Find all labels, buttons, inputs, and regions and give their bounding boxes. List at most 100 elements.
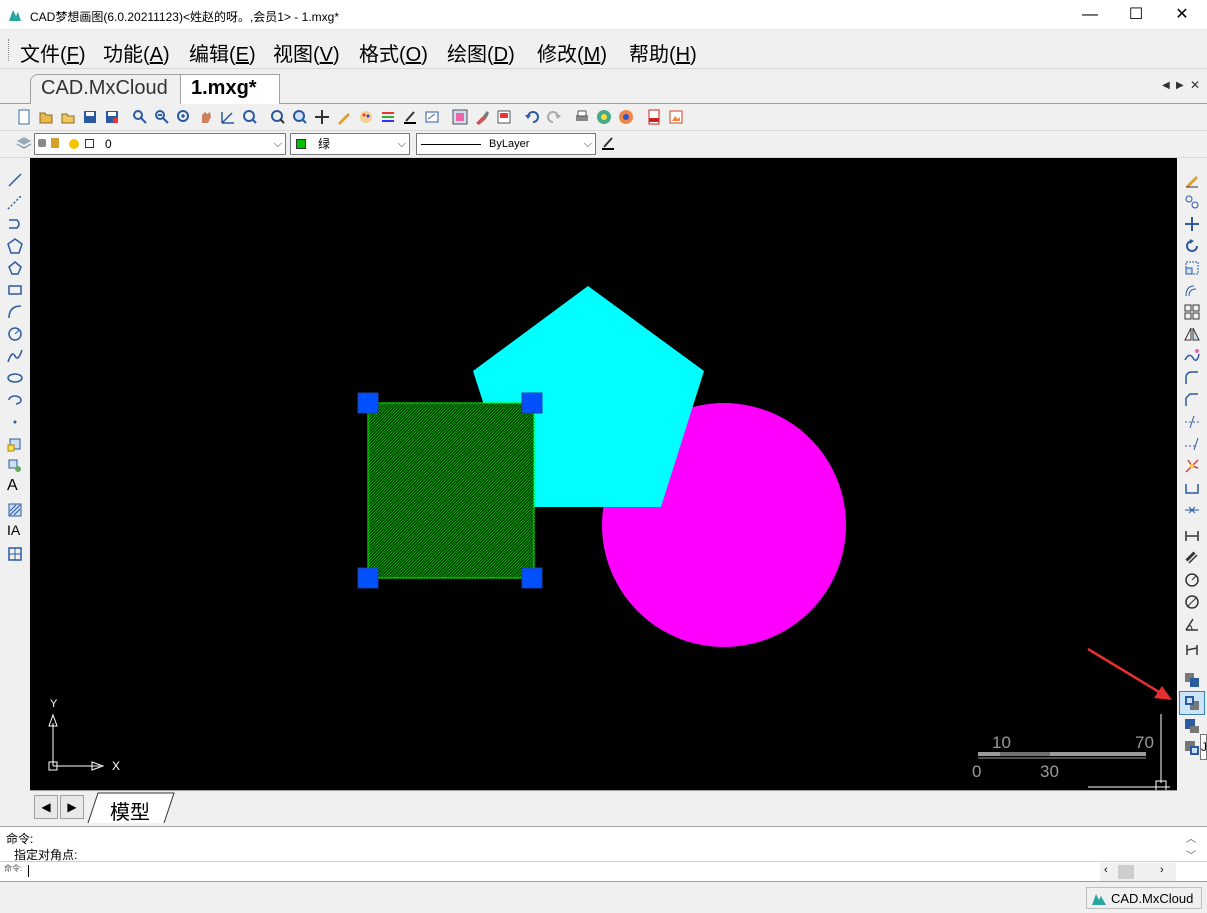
insert-block-icon[interactable] [7, 436, 23, 452]
join-icon[interactable] [1184, 502, 1200, 518]
zoom-out-icon[interactable] [154, 109, 170, 125]
circle-tool-icon[interactable] [7, 326, 23, 342]
close-button[interactable]: ✕ [1159, 0, 1205, 30]
diameter-dimension-icon[interactable] [1184, 594, 1200, 610]
properties-icon[interactable] [424, 109, 440, 125]
grip-bottom-right[interactable] [521, 567, 543, 589]
tab-model[interactable]: 模型 [110, 796, 150, 825]
line-tool-icon[interactable] [7, 172, 23, 188]
prev-layout-icon[interactable]: ◀ [34, 795, 58, 819]
hatch-tool-icon[interactable] [7, 502, 23, 518]
menu-view[interactable]: 视图(V) [273, 38, 340, 67]
mtext-tool-icon[interactable]: IA [7, 522, 23, 538]
linear-dimension-icon[interactable] [1184, 528, 1200, 544]
ellipse-arc-tool-icon[interactable] [7, 392, 23, 408]
grip-top-left[interactable] [357, 392, 379, 414]
horizontal-scrollbar[interactable]: ‹ › [1100, 863, 1176, 881]
publish-icon[interactable] [618, 109, 634, 125]
grip-bottom-left[interactable] [357, 567, 379, 589]
pentagon-tool-icon[interactable] [7, 260, 23, 276]
next-layout-icon[interactable]: ▶ [60, 795, 84, 819]
open-folder-icon[interactable] [60, 109, 76, 125]
save-as-icon[interactable] [104, 109, 120, 125]
text-tool-icon[interactable]: A [7, 478, 23, 494]
tab-cad-mxcloud[interactable]: CAD.MxCloud [30, 74, 190, 104]
save-icon[interactable] [82, 109, 98, 125]
zoom-extents-icon[interactable] [242, 109, 258, 125]
scroll-right-icon[interactable]: › [1160, 864, 1164, 876]
export-pdf-icon[interactable] [646, 109, 662, 125]
ellipse-tool-icon[interactable] [7, 370, 23, 386]
pan-hand-icon[interactable] [198, 109, 214, 125]
lineweight-icon[interactable] [600, 135, 616, 151]
brush-icon[interactable] [474, 109, 490, 125]
tab-file-active[interactable]: 1.mxg* [180, 74, 280, 104]
chamfer-icon[interactable] [1184, 392, 1200, 408]
undo-icon[interactable] [524, 109, 540, 125]
xline-tool-icon[interactable] [7, 194, 23, 210]
color-palette-icon[interactable] [358, 109, 374, 125]
zoom-window-icon[interactable] [132, 109, 148, 125]
menu-file[interactable]: 文件(F) [20, 38, 86, 67]
rotate-icon[interactable] [1184, 238, 1200, 254]
export-image-icon[interactable] [668, 109, 684, 125]
line-weight-icon[interactable] [402, 109, 418, 125]
bring-above-icon[interactable] [1184, 718, 1200, 734]
bring-to-front-icon[interactable] [1184, 672, 1200, 688]
radius-dimension-icon[interactable] [1184, 572, 1200, 588]
plot-preview-icon[interactable] [596, 109, 612, 125]
fillet-icon[interactable] [1184, 370, 1200, 386]
erase-icon[interactable] [1184, 172, 1200, 188]
match-properties-icon[interactable] [452, 109, 468, 125]
trim-icon[interactable] [1184, 414, 1200, 430]
redo-icon[interactable] [546, 109, 562, 125]
pencil-icon[interactable] [336, 109, 352, 125]
menu-draw[interactable]: 绘图(D) [447, 38, 515, 67]
layer-stack-icon[interactable] [380, 109, 396, 125]
menu-format[interactable]: 格式(O) [359, 38, 428, 67]
stretch-icon[interactable] [1184, 348, 1200, 364]
send-under-icon[interactable] [1184, 740, 1200, 756]
open-file-icon[interactable] [38, 109, 54, 125]
copy-icon[interactable] [1184, 194, 1200, 210]
make-block-icon[interactable] [7, 458, 23, 474]
scroll-thumb[interactable] [1118, 865, 1134, 879]
array-icon[interactable] [1184, 304, 1200, 320]
block-icon[interactable] [496, 109, 512, 125]
menu-function[interactable]: 功能(A) [103, 38, 170, 67]
drawing-canvas[interactable]: Y X 10 70 0 30 [30, 158, 1177, 790]
scroll-down-icon[interactable]: ﹀ [1186, 847, 1196, 862]
tab-close-icon[interactable]: ✕ [1190, 78, 1200, 92]
aligned-dimension-icon[interactable] [1184, 550, 1200, 566]
minimize-button[interactable]: — [1067, 0, 1113, 30]
tab-scroll-right-icon[interactable]: ▶ [1176, 80, 1184, 91]
color-dropdown[interactable]: 绿 ⌵ [290, 133, 410, 155]
dimension-edit-icon[interactable] [1184, 642, 1200, 658]
table-tool-icon[interactable] [7, 546, 23, 562]
polygon-tool-icon[interactable] [7, 238, 23, 254]
rectangle-tool-icon[interactable] [7, 282, 23, 298]
layer-dropdown[interactable]: 0 ⌵ [34, 133, 286, 155]
maximize-button[interactable]: ☐ [1113, 0, 1159, 30]
move-icon[interactable] [1184, 216, 1200, 232]
tab-scroll-left-icon[interactable]: ◀ [1162, 80, 1170, 91]
polyline-tool-icon[interactable] [7, 216, 23, 232]
brand-badge[interactable]: CAD.MxCloud [1086, 887, 1202, 909]
arc-tool-icon[interactable] [7, 304, 23, 320]
command-input-cursor[interactable] [28, 865, 29, 877]
menu-modify[interactable]: 修改(M) [537, 38, 607, 67]
scroll-up-icon[interactable]: ︿ [1186, 830, 1196, 845]
zoom-previous-icon[interactable] [292, 109, 308, 125]
grip-top-right[interactable] [521, 392, 543, 414]
extend-icon[interactable] [1184, 436, 1200, 452]
hatched-square-shape[interactable] [367, 402, 535, 579]
scale-icon[interactable] [1184, 260, 1200, 276]
print-icon[interactable] [574, 109, 590, 125]
mirror-icon[interactable] [1184, 326, 1200, 342]
angular-dimension-icon[interactable] [1184, 616, 1200, 632]
move-view-icon[interactable] [314, 109, 330, 125]
offset-icon[interactable] [1184, 282, 1200, 298]
spline-tool-icon[interactable] [7, 348, 23, 364]
break-icon[interactable] [1184, 480, 1200, 496]
measure-icon[interactable] [220, 109, 236, 125]
